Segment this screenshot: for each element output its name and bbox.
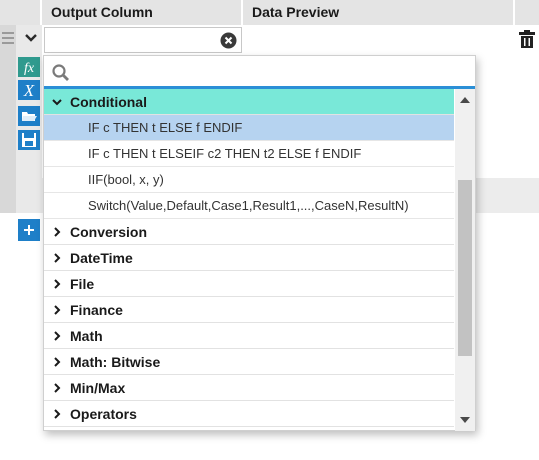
chevron-right-icon	[54, 305, 61, 315]
category-label: Conversion	[70, 224, 148, 240]
category-label: File	[70, 276, 95, 292]
row-gutter	[0, 25, 16, 213]
chevron-right-icon	[54, 279, 61, 289]
grid-header: Output Column Data Preview	[0, 0, 539, 25]
function-label: IIF(bool, x, y)	[88, 172, 164, 187]
chevron-right-icon	[54, 357, 61, 367]
expression-input[interactable]	[44, 27, 242, 53]
category-label: DateTime	[70, 250, 133, 266]
category-finance[interactable]: Finance	[44, 297, 454, 323]
scroll-down-arrow-icon[interactable]	[460, 417, 470, 423]
function-label: Switch(Value,Default,Case1,Result1,...,C…	[88, 198, 409, 213]
function-item[interactable]: IF c THEN t ELSEIF c2 THEN t2 ELSE f END…	[44, 141, 454, 167]
chevron-right-icon	[54, 383, 61, 393]
save-icon[interactable]	[18, 130, 40, 150]
scrollbar-thumb[interactable]	[458, 180, 472, 356]
function-item[interactable]: IIF(bool, x, y)	[44, 167, 454, 193]
function-list-scrollbar[interactable]	[455, 89, 475, 431]
category-math[interactable]: Math	[44, 323, 454, 349]
search-icon	[52, 64, 69, 81]
category-math-bitwise[interactable]: Math: Bitwise	[44, 349, 454, 375]
function-icon[interactable]: fx	[18, 57, 40, 77]
category-datetime[interactable]: DateTime	[44, 245, 454, 271]
chevron-down-icon	[52, 99, 62, 106]
category-label: Conditional	[70, 94, 147, 110]
header-output-column[interactable]: Output Column	[42, 0, 241, 25]
function-item[interactable]: IF c THEN t ELSE f ENDIF	[44, 115, 454, 141]
category-label: Math	[70, 328, 103, 344]
chevron-right-icon	[54, 331, 61, 341]
function-list: Conditional IF c THEN t ELSE f ENDIF IF …	[44, 89, 454, 431]
category-conditional[interactable]: Conditional	[44, 89, 454, 115]
category-label: Finance	[70, 302, 123, 318]
category-operators[interactable]: Operators	[44, 401, 454, 427]
function-label: IF c THEN t ELSE f ENDIF	[88, 120, 243, 135]
category-conversion[interactable]: Conversion	[44, 219, 454, 245]
category-file[interactable]: File	[44, 271, 454, 297]
header-gutter	[0, 0, 40, 25]
open-file-icon[interactable]	[18, 106, 40, 126]
svg-text:fx: fx	[24, 61, 35, 76]
row-drag-handle-icon[interactable]	[2, 32, 14, 44]
add-row-button[interactable]	[18, 219, 40, 241]
function-item[interactable]: Switch(Value,Default,Case1,Result1,...,C…	[44, 193, 454, 219]
chevron-right-icon	[54, 409, 61, 419]
variable-icon[interactable]: X	[18, 80, 40, 100]
function-picker-dropdown: Conditional IF c THEN t ELSE f ENDIF IF …	[43, 55, 476, 431]
header-data-preview[interactable]: Data Preview	[243, 0, 513, 25]
category-label: Operators	[70, 406, 137, 422]
trash-icon[interactable]	[518, 29, 536, 49]
header-actions	[515, 0, 539, 25]
function-search-input[interactable]	[76, 60, 470, 86]
scroll-up-arrow-icon[interactable]	[460, 97, 470, 103]
chevron-down-icon[interactable]	[22, 30, 40, 46]
function-label: IF c THEN t ELSEIF c2 THEN t2 ELSE f END…	[88, 146, 362, 161]
svg-text:X: X	[23, 81, 35, 100]
function-search-row	[44, 56, 475, 89]
category-label: Math: Bitwise	[70, 354, 161, 370]
category-min-max[interactable]: Min/Max	[44, 375, 454, 401]
category-label: Min/Max	[70, 380, 126, 396]
clear-icon[interactable]	[220, 32, 237, 49]
chevron-right-icon	[54, 253, 61, 263]
chevron-right-icon	[54, 227, 61, 237]
